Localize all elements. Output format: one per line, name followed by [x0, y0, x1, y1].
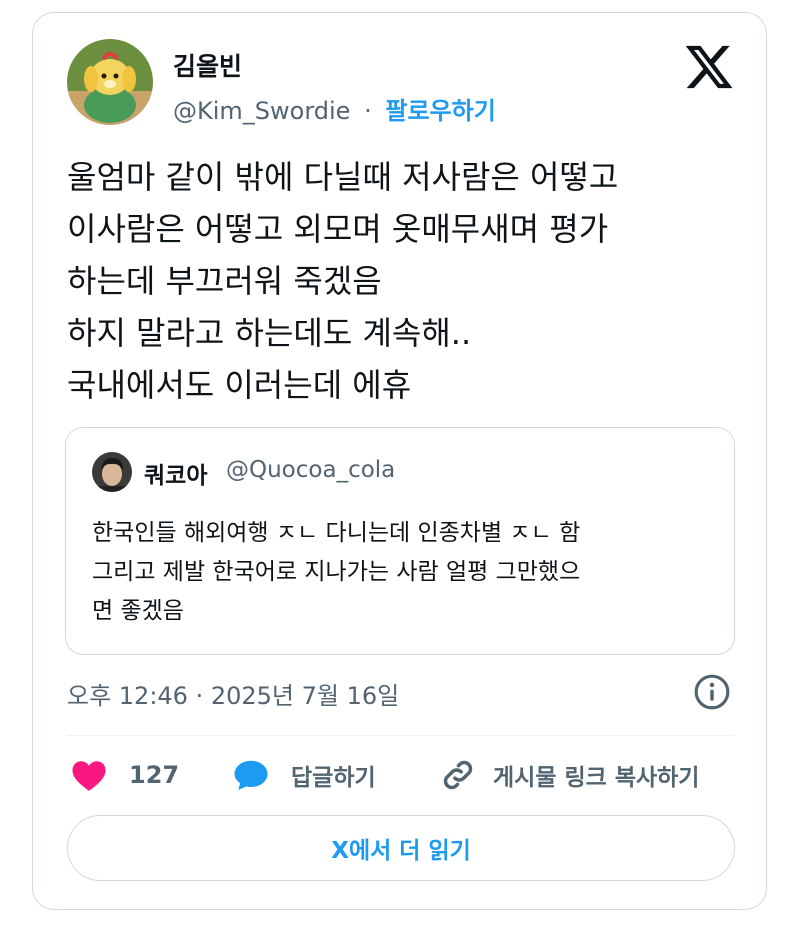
author-avatar[interactable] [67, 39, 153, 125]
like-count: 127 [129, 761, 180, 789]
tweet-line: 하는데 부끄러워 죽겠음 [67, 262, 382, 300]
x-logo-icon[interactable] [683, 41, 735, 93]
author-handle[interactable]: @Kim_Swordie [173, 97, 350, 125]
quoted-line: 그리고 제발 한국어로 지나가는 사람 얼평 그만했으 [92, 559, 581, 585]
speech-bubble-icon [234, 760, 268, 790]
reply-label: 답글하기 [291, 765, 376, 791]
quoted-line: 면 좋겠음 [92, 598, 184, 624]
read-more-button[interactable]: X에서 더 읽기 [67, 815, 735, 881]
quoted-author-name: 쿼코아 [144, 463, 208, 489]
tweet-line: 국내에서도 이러는데 에휴 [67, 366, 412, 404]
quoted-tweet[interactable]: 쿼코아 @Quocoa_cola 한국인들 해외여행 ㅈㄴ 다니는데 인종차별 … [65, 427, 735, 655]
follow-button[interactable]: 팔로우하기 [385, 97, 495, 125]
heart-icon [72, 761, 106, 791]
divider [67, 735, 735, 736]
quoted-tweet-text: 한국인들 해외여행 ㅈㄴ 다니는데 인종차별 ㅈㄴ 함 그리고 제발 한국어로 … [92, 514, 722, 631]
tweet-timestamp[interactable]: 오후 12:46 · 2025년 7월 16일 [67, 676, 399, 711]
copy-link-button[interactable]: 게시물 링크 복사하기 [439, 753, 699, 797]
tweet-line: 하지 말라고 하는데도 계속해.. [67, 314, 472, 352]
copy-link-label: 게시물 링크 복사하기 [493, 765, 700, 791]
reply-button[interactable]: 답글하기 [233, 753, 376, 797]
quoted-author-handle: @Quocoa_cola [226, 457, 396, 483]
tweet-line: 울엄마 같이 밖에 다닐때 저사람은 어떻고 [67, 158, 619, 196]
author-display-name[interactable]: 김올빈 [173, 47, 242, 83]
tweet-text: 울엄마 같이 밖에 다닐때 저사람은 어떻고 이사람은 어떻고 외모며 옷매무새… [67, 151, 737, 411]
quoted-author-avatar[interactable] [92, 452, 132, 492]
embedded-tweet-card: 김올빈 @Kim_Swordie · 팔로우하기 울엄마 같이 밖에 다닐때 저… [32, 12, 767, 910]
separator-dot: · [364, 97, 372, 125]
author-handle-row: @Kim_Swordie · 팔로우하기 [173, 91, 496, 126]
like-button[interactable]: 127 [71, 753, 179, 797]
link-icon [443, 760, 473, 790]
quoted-line: 한국인들 해외여행 ㅈㄴ 다니는데 인종차별 ㅈㄴ 함 [92, 520, 581, 546]
info-icon[interactable] [693, 673, 731, 711]
tweet-line: 이사람은 어떻고 외모며 옷매무새며 평가 [67, 210, 609, 248]
